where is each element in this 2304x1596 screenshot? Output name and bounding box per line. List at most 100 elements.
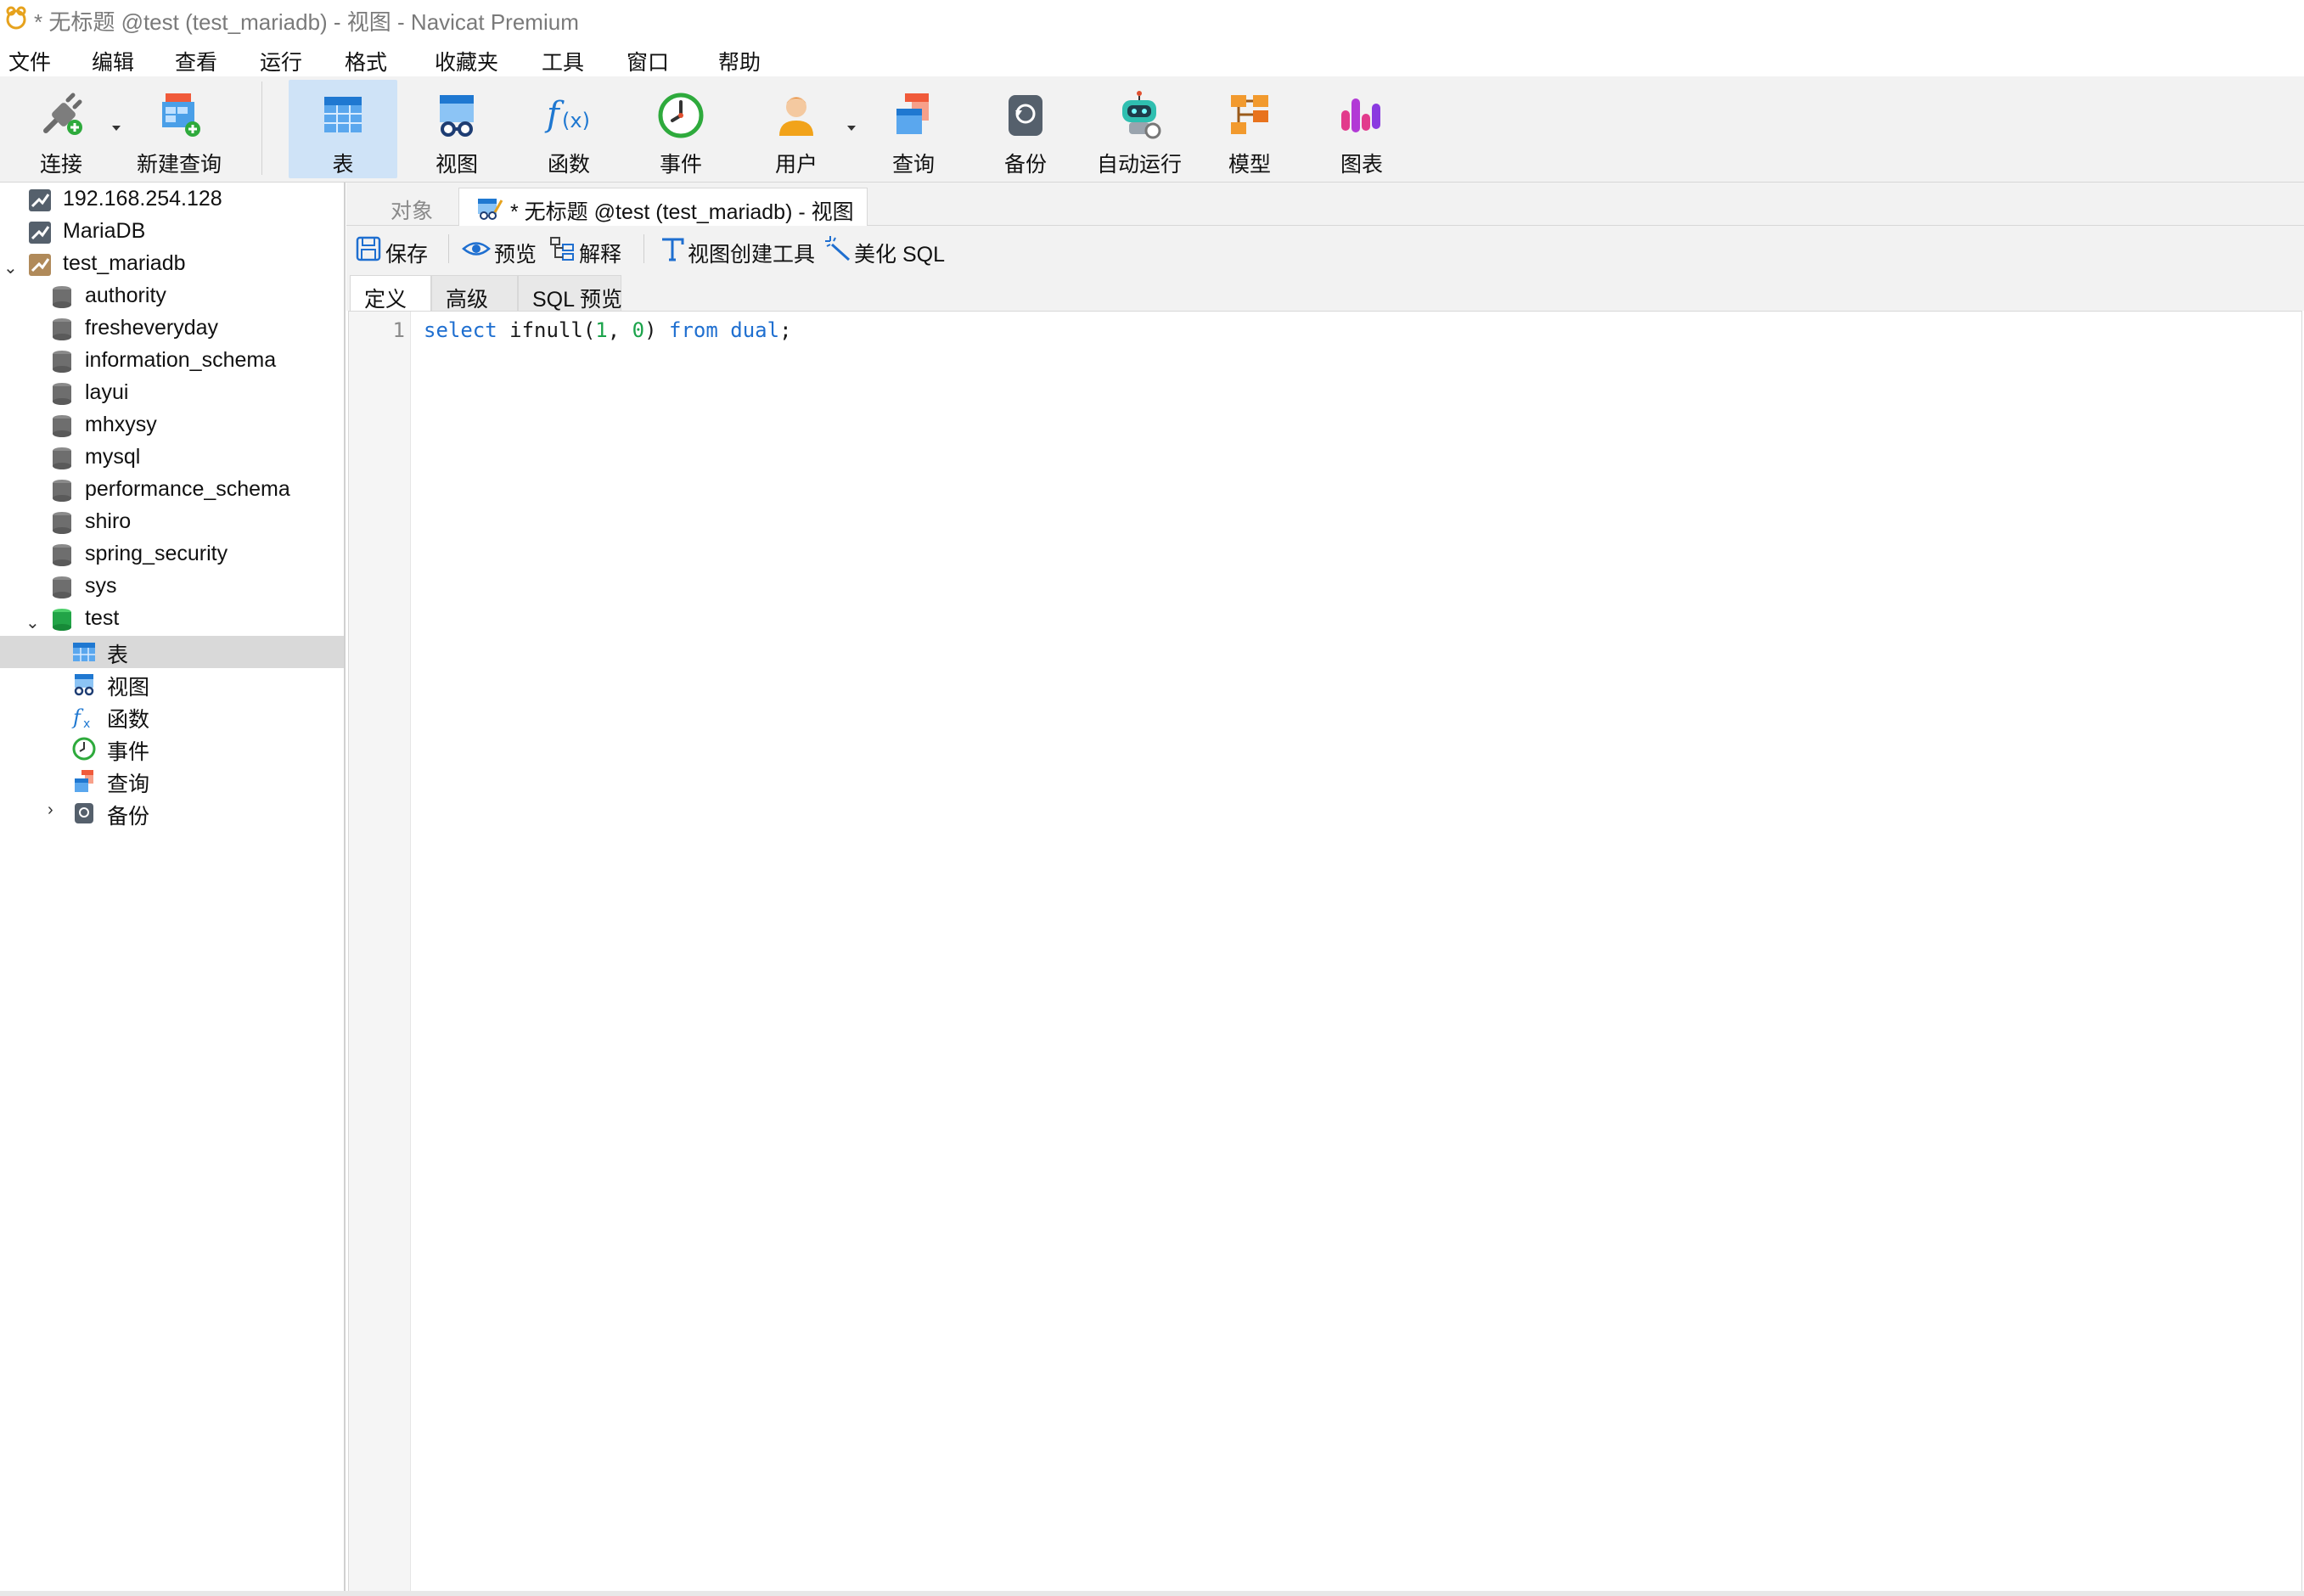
table-button[interactable]: 表 [289,80,397,178]
explain-icon [550,237,574,261]
tab-sql-preview[interactable]: SQL 预览 [518,275,622,312]
chevron-right-icon[interactable]: › [48,801,53,820]
line-number: 1 [392,318,405,342]
tab-untitled-view[interactable]: * 无标题 @test (test_mariadb) - 视图 [458,188,868,226]
chart-button[interactable]: 图表 [1307,80,1416,178]
tree-item-functions[interactable]: fx 函数 [0,700,344,733]
view-button[interactable]: 视图 [402,80,511,178]
sql-code-line[interactable]: select ifnull(1, 0) from dual; [424,318,792,342]
tree-database[interactable]: authority [0,281,344,313]
view-icon [74,674,94,696]
tree-label: test [85,606,120,630]
tree-connection-test-mariadb[interactable]: ⌄ test_mariadb [0,249,344,281]
user-dropdown-icon[interactable] [847,126,856,131]
tree-connection-mariadb[interactable]: MariaDB [0,216,344,249]
tab-definition[interactable]: 定义 [350,275,431,312]
menu-favorites[interactable]: 收藏夹 [435,46,498,76]
database-icon [53,544,71,566]
tree-label: 备份 [107,805,150,829]
view-subtabs: 定义 高级 SQL 预览 [346,270,2304,312]
table-icon [73,643,95,661]
user-button[interactable]: 用户 [742,80,851,178]
connect-dropdown-icon[interactable] [112,126,121,131]
function-button[interactable]: f (x) 函数 [514,80,623,178]
connect-button[interactable]: 连接 [7,80,115,178]
tab-objects-label: 对象 [391,200,434,223]
tree-item-tables[interactable]: 表 [0,636,344,668]
save-button[interactable]: 保存 [355,234,431,267]
menu-window[interactable]: 窗口 [627,46,669,76]
automation-label: 自动运行 [1096,153,1182,177]
tree-item-events[interactable]: 事件 [0,733,344,765]
query-button[interactable]: 查询 [859,80,968,178]
connection-icon [29,189,51,211]
beautify-sql-button[interactable]: 美化 SQL [823,234,951,267]
connect-label: 连接 [39,153,82,177]
tree-database[interactable]: spring_security [0,539,344,571]
tree-connection-192.168.254.128[interactable]: 192.168.254.128 [0,184,344,216]
tree-database-test[interactable]: ⌄ test [0,604,344,636]
function-label: 函数 [547,153,590,177]
tree-database[interactable]: fresheveryday [0,313,344,346]
menu-file[interactable]: 文件 [8,46,51,76]
database-icon [53,286,71,308]
event-button[interactable]: 事件 [627,80,735,178]
tree-database[interactable]: shiro [0,507,344,539]
explain-button[interactable]: 解释 [548,234,633,267]
tree-label: 函数 [107,708,150,732]
sql-editor[interactable]: 1 select ifnull(1, 0) from dual; [348,311,2302,1594]
backup-icon [75,803,93,823]
main-toolbar: 连接 新建查询 表 视图 f (x) 函数 事件 用户 查询 备份 自动运行 模… [0,76,2304,183]
tree-label: spring_security [85,542,228,565]
tree-database[interactable]: mhxysy [0,410,344,442]
robot-icon [1122,91,1161,139]
tree-item-backups[interactable]: › 备份 [0,797,344,829]
table-label: 表 [332,153,354,177]
database-icon [53,415,71,437]
tree-database[interactable]: mysql [0,442,344,475]
clock-icon [72,737,96,761]
menu-run[interactable]: 运行 [260,46,302,76]
menu-view[interactable]: 查看 [175,46,217,76]
line-number-gutter: 1 [349,312,411,1593]
tree-label: MariaDB [63,219,146,243]
model-button[interactable]: 模型 [1195,80,1304,178]
eye-icon [462,242,491,256]
magic-wand-icon [825,236,851,261]
model-label: 模型 [1228,153,1271,177]
view-action-bar: 保存 预览 解释 视图创建工具 美化 SQL [346,226,2304,270]
tree-database[interactable]: information_schema [0,346,344,378]
menu-tools[interactable]: 工具 [542,46,584,76]
save-icon [356,236,381,261]
view-builder-button[interactable]: 视图创建工具 [659,234,820,267]
menu-edit[interactable]: 编辑 [92,46,134,76]
chevron-down-icon[interactable]: ⌄ [3,257,18,278]
backup-button[interactable]: 备份 [971,80,1080,178]
menu-help[interactable]: 帮助 [718,46,761,76]
tree-label: mhxysy [85,413,157,436]
user-icon [779,97,813,136]
chevron-down-icon[interactable]: ⌄ [25,612,40,633]
tree-label: 192.168.254.128 [63,187,222,211]
tab-objects[interactable]: 对象 [357,188,458,225]
tree-item-queries[interactable]: 查询 [0,765,344,797]
explain-label: 解释 [579,243,622,267]
sql-punct: ) [644,318,670,342]
sql-identifier: dual [730,318,780,342]
tree-database[interactable]: layui [0,378,344,410]
database-icon [53,447,71,469]
automation-button[interactable]: 自动运行 [1083,80,1195,178]
tree-label: performance_schema [85,477,290,501]
menu-format[interactable]: 格式 [345,46,387,76]
tree-label: 查询 [107,773,150,796]
toolbar-separator [261,81,262,175]
tree-item-views[interactable]: 视图 [0,668,344,700]
view-design-icon [478,199,503,220]
tree-database[interactable]: sys [0,571,344,604]
tree-database[interactable]: performance_schema [0,475,344,507]
tab-advanced[interactable]: 高级 [431,275,518,312]
chart-label: 图表 [1340,153,1383,177]
new-query-button[interactable]: 新建查询 [124,80,234,178]
model-icon [1231,95,1268,134]
preview-button[interactable]: 预览 [462,234,538,267]
